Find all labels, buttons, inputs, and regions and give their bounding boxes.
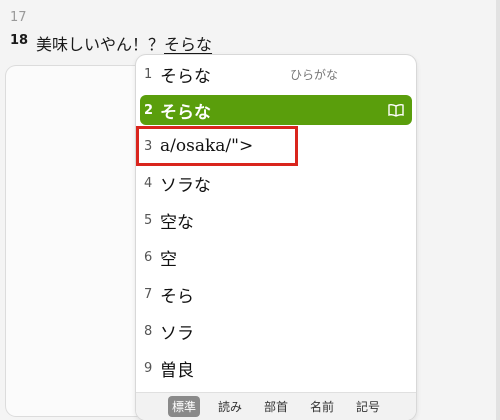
candidate-number: 9 — [144, 360, 153, 376]
candidate-word: 曽良 — [160, 360, 194, 381]
scrollbar-track[interactable] — [496, 0, 500, 420]
candidate-7[interactable]: 7 そら — [140, 279, 412, 309]
tab-radical[interactable]: 部首 — [260, 396, 292, 417]
candidate-word: ソラ — [160, 323, 194, 344]
candidate-2-selected[interactable]: 2 そらな — [140, 95, 412, 125]
candidate-number: 6 — [144, 249, 153, 265]
candidate-number: 2 — [144, 102, 154, 118]
line-18-text[interactable]: 美味しいやん！？そらな — [36, 31, 212, 55]
tab-name[interactable]: 名前 — [306, 396, 338, 417]
candidate-8[interactable]: 8 ソラ — [140, 316, 412, 346]
tab-reading[interactable]: 読み — [214, 396, 246, 417]
committed-text: 美味しいやん！？ — [36, 35, 165, 54]
tab-standard[interactable]: 標準 — [167, 396, 200, 417]
candidate-word: 空 — [160, 249, 177, 270]
candidate-6[interactable]: 6 空 — [140, 242, 412, 272]
candidate-hint: ひらがな — [290, 67, 339, 82]
candidate-number: 7 — [144, 286, 153, 302]
candidate-number: 1 — [144, 66, 153, 82]
candidate-5[interactable]: 5 空な — [140, 205, 412, 235]
tab-symbol[interactable]: 記号 — [352, 396, 384, 417]
line-number-17: 17 — [10, 10, 27, 25]
candidate-word: 空な — [160, 212, 194, 233]
candidate-window: 1 そらな ひらがな 2 そらな 3 a/osaka/"> 4 ソラな 5 空な… — [136, 55, 416, 420]
candidate-number: 4 — [144, 175, 153, 191]
candidate-number: 8 — [144, 323, 153, 339]
candidate-tab-bar: 標準 読み 部首 名前 記号 — [136, 392, 416, 420]
panel-pointer — [120, 92, 132, 112]
candidate-4[interactable]: 4 ソラな — [140, 168, 412, 198]
candidate-word: ソラな — [160, 175, 211, 196]
book-icon[interactable] — [388, 102, 404, 118]
highlight-box — [136, 126, 298, 166]
side-panel — [6, 66, 146, 416]
candidate-number: 5 — [144, 212, 153, 228]
composing-text: そらな — [164, 35, 213, 54]
candidate-9[interactable]: 9 曽良 — [140, 353, 412, 383]
candidate-1[interactable]: 1 そらな ひらがな — [140, 59, 412, 89]
candidate-word: そらな — [160, 66, 211, 87]
candidate-word: そらな — [160, 102, 211, 123]
line-number-18: 18 — [10, 33, 29, 48]
candidate-word: そら — [160, 286, 194, 307]
